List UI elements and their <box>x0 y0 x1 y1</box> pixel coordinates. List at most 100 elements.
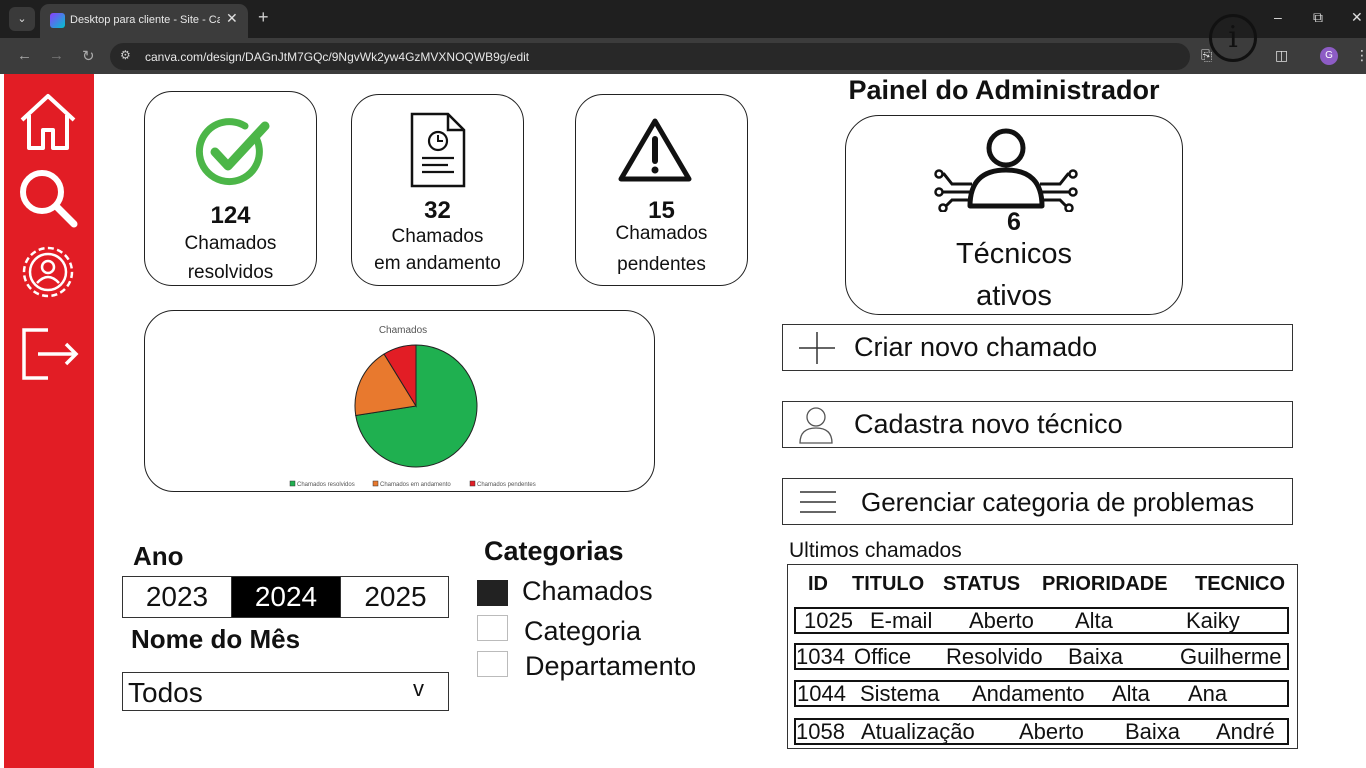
column-header: PRIORIDADE <box>1042 573 1168 595</box>
profile-avatar[interactable]: G <box>1320 47 1338 65</box>
cell-priority: Alta <box>1112 681 1150 706</box>
technicians-count: 6 <box>1007 208 1021 236</box>
pending-card: 15 Chamados pendentes <box>575 94 748 286</box>
technicians-card: 6 Técnicos ativos <box>845 115 1183 315</box>
create-ticket-button[interactable]: Criar novo chamado <box>782 324 1293 371</box>
category-label: Departamento <box>525 651 697 681</box>
table-row[interactable]: 1025 E-mail Aberto Alta Kaiky <box>794 607 1289 634</box>
register-technician-button[interactable]: Cadastra novo técnico <box>782 401 1293 448</box>
manage-categories-label: Gerenciar categoria de problemas <box>861 487 1255 517</box>
cell-priority: Alta <box>1075 608 1113 633</box>
cell-status: Aberto <box>969 608 1034 633</box>
tab-title: Desktop para cliente - Site - Ca <box>70 14 220 26</box>
clipboard-icon[interactable]: ⎘ <box>1201 47 1212 64</box>
browser-tab-bar: ⌄ Desktop para cliente - Site - Ca ✕ + –… <box>0 0 1366 38</box>
resolved-count: 124 <box>210 202 251 229</box>
site-settings-icon[interactable]: ⚙ <box>120 48 131 62</box>
pie-chart: Chamados Chamados resolvidos Chamados em … <box>289 325 536 488</box>
technicians-label-2: ativos <box>976 280 1052 312</box>
reload-icon[interactable]: ↻ <box>82 47 95 65</box>
browser-tab[interactable]: Desktop para cliente - Site - Ca ✕ <box>40 4 248 38</box>
cell-technician: André <box>1216 719 1275 744</box>
cell-id: 1044 <box>797 681 846 706</box>
category-label: Chamados <box>522 576 653 606</box>
logout-icon[interactable] <box>16 320 80 384</box>
cell-technician: Ana <box>1188 681 1228 706</box>
register-technician-label: Cadastra novo técnico <box>854 409 1123 439</box>
close-window-icon[interactable]: ✕ <box>1351 9 1363 26</box>
category-checkbox[interactable] <box>477 615 508 641</box>
in-progress-count: 32 <box>424 197 451 224</box>
admin-title: Painel do Administrador <box>848 75 1160 105</box>
column-header: TITULO <box>852 573 925 595</box>
cell-technician: Kaiky <box>1186 608 1240 633</box>
cell-id: 1025 <box>804 608 853 633</box>
address-bar-row: ← → ↻ ⚙ canva.com/design/DAGnJtM7GQc/9Ng… <box>0 38 1366 74</box>
year-option[interactable]: 2025 <box>341 577 450 617</box>
cell-technician: Guilherme <box>1180 644 1282 669</box>
table-row[interactable]: 1034 Office Resolvido Baixa Guilherme <box>794 643 1289 670</box>
network-user-icon <box>934 128 1078 212</box>
year-option[interactable]: 2023 <box>123 577 232 617</box>
check-circle-icon <box>195 118 270 186</box>
warning-icon <box>618 118 692 182</box>
restore-icon[interactable]: ⧉ <box>1313 9 1323 26</box>
back-icon[interactable]: ← <box>17 47 32 64</box>
year-option-selected[interactable]: 2024 <box>232 577 341 617</box>
legend-label: Chamados pendentes <box>477 482 536 488</box>
cell-id: 1058 <box>796 719 845 744</box>
settings-user-icon[interactable] <box>16 240 80 304</box>
chart-title: Chamados <box>379 325 427 336</box>
table-row[interactable]: 1058 Atualização Aberto Baixa André <box>794 718 1289 745</box>
month-heading: Nome do Mês <box>131 624 301 654</box>
chevron-down-icon: v <box>413 676 424 701</box>
sidebar <box>4 74 94 768</box>
month-dropdown[interactable]: Todos v <box>122 672 449 711</box>
new-tab-button[interactable]: + <box>258 7 269 28</box>
forward-icon[interactable]: → <box>49 47 64 64</box>
category-checkbox-checked[interactable] <box>477 580 508 606</box>
legend-swatch <box>289 480 296 487</box>
manage-categories-button[interactable]: Gerenciar categoria de problemas <box>782 478 1293 525</box>
plus-icon <box>799 332 835 364</box>
table-row[interactable]: 1044 Sistema Andamento Alta Ana <box>794 680 1289 707</box>
cell-title: E-mail <box>870 608 933 633</box>
url-text[interactable]: canva.com/design/DAGnJtM7GQc/9NgvWk2yw4G… <box>145 50 529 64</box>
cell-title: Office <box>854 644 912 669</box>
column-header: ID <box>808 573 828 595</box>
technicians-label-1: Técnicos <box>955 238 1073 270</box>
year-selector: 2023 2024 2025 <box>122 576 449 618</box>
tab-close-icon[interactable]: ✕ <box>226 10 238 27</box>
create-ticket-label: Criar novo chamado <box>854 332 1098 362</box>
tab-search-button[interactable]: ⌄ <box>9 7 35 31</box>
cell-title: Sistema <box>860 681 940 706</box>
resolved-label-1: Chamados <box>184 233 277 254</box>
in-progress-label-1: Chamados <box>391 226 484 247</box>
resolved-card: 124 Chamados resolvidos <box>144 91 317 286</box>
column-header: STATUS <box>943 573 1021 595</box>
user-icon <box>799 407 833 444</box>
category-label: Categoria <box>524 616 642 646</box>
info-icon: i <box>1209 14 1257 62</box>
document-clock-icon <box>410 112 466 188</box>
resolved-label-2: resolvidos <box>187 262 274 283</box>
search-icon[interactable] <box>16 166 80 230</box>
cell-status: Aberto <box>1019 719 1084 744</box>
canva-favicon-icon <box>50 13 65 28</box>
pending-label-1: Chamados <box>615 223 708 244</box>
extensions-icon[interactable]: ◫ <box>1275 47 1288 64</box>
cell-id: 1034 <box>796 644 845 669</box>
cell-status: Andamento <box>972 681 1085 706</box>
menu-icon <box>800 491 836 513</box>
home-icon[interactable] <box>16 90 80 154</box>
category-checkbox[interactable] <box>477 651 508 677</box>
cell-status: Resolvido <box>946 644 1043 669</box>
month-dropdown-value: Todos <box>128 677 203 708</box>
cell-priority: Baixa <box>1125 719 1181 744</box>
legend-label: Chamados resolvidos <box>297 482 355 488</box>
chart-card: Chamados Chamados resolvidos Chamados em … <box>144 310 655 492</box>
omnibox[interactable]: ⚙ canva.com/design/DAGnJtM7GQc/9NgvWk2yw… <box>110 43 1190 70</box>
menu-dots-icon[interactable]: ⋮ <box>1355 47 1366 64</box>
minimize-icon[interactable]: – <box>1274 9 1282 25</box>
legend-label: Chamados em andamento <box>380 482 451 488</box>
